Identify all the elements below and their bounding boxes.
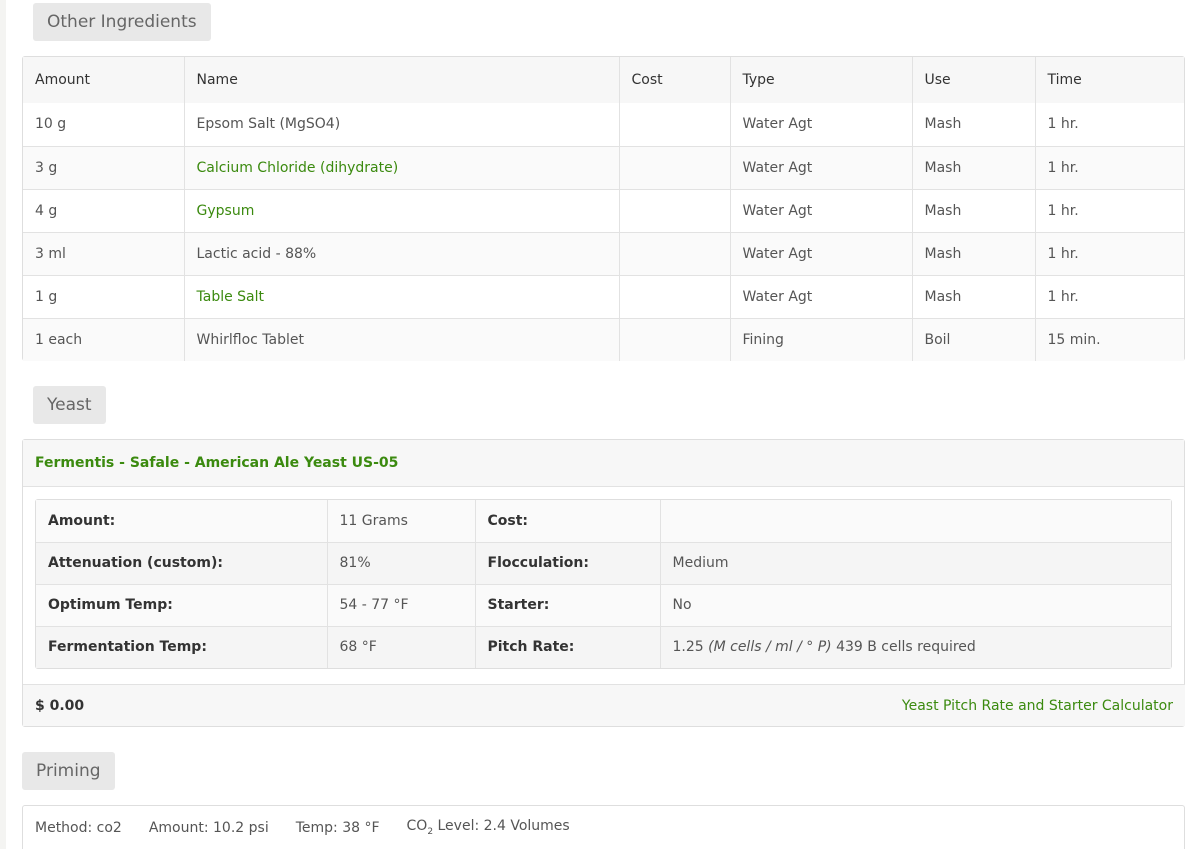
cell-use: Mash — [912, 146, 1036, 189]
priming-heading: Priming — [22, 752, 115, 790]
cell-name: Epsom Salt (MgSO4) — [184, 103, 620, 146]
cell-type: Water Agt — [730, 275, 913, 318]
optimum-temp-value: 54 - 77 °F — [327, 584, 476, 626]
attenuation-value: 81% — [327, 542, 476, 584]
table-row: 1 each Whirlfloc Tablet Fining Boil 15 m… — [23, 318, 1184, 361]
cell-name: Whirlfloc Tablet — [184, 318, 620, 361]
cell-amount: 4 g — [23, 189, 185, 232]
cell-name: Lactic acid - 88% — [184, 232, 620, 275]
priming-panel: Method: co2 Amount: 10.2 psi Temp: 38 °F… — [22, 805, 1185, 849]
cell-type: Water Agt — [730, 189, 913, 232]
priming-method: Method: co2 — [35, 819, 122, 836]
pitch-rate-required: 439 B cells required — [836, 639, 976, 656]
flocculation-value: Medium — [660, 542, 1171, 584]
cell-time: 15 min. — [1035, 318, 1184, 361]
pitch-rate-unit: (M cells / ml / ° P) — [708, 639, 832, 656]
optimum-temp-label: Optimum Temp: — [36, 584, 328, 626]
cell-cost — [619, 275, 731, 318]
cell-time: 1 hr. — [1035, 146, 1184, 189]
cell-use: Mash — [912, 103, 1036, 146]
table-row: 3 g Calcium Chloride (dihydrate) Water A… — [23, 146, 1184, 189]
table-row: 3 ml Lactic acid - 88% Water Agt Mash 1 … — [23, 232, 1184, 275]
starter-value: No — [660, 584, 1171, 626]
cost-value — [660, 500, 1171, 542]
fermentation-temp-value: 68 °F — [327, 626, 476, 668]
cell-type: Water Agt — [730, 103, 913, 146]
column-header-name[interactable]: Name — [184, 57, 620, 103]
co2-prefix: CO — [406, 818, 428, 835]
ingredient-link[interactable]: Calcium Chloride (dihydrate) — [197, 160, 399, 176]
yeast-detail-row: Attenuation (custom): 81% Flocculation: … — [36, 542, 1171, 584]
starter-label: Starter: — [475, 584, 661, 626]
pitch-rate-number: 1.25 — [672, 639, 704, 656]
cost-label: Cost: — [475, 500, 661, 542]
left-edge-strip — [0, 0, 6, 849]
cell-cost — [619, 146, 731, 189]
cell-time: 1 hr. — [1035, 232, 1184, 275]
yeast-details-table: Amount: 11 Grams Cost: Attenuation (cust… — [36, 500, 1171, 668]
co2-suffix: Level: 2.4 Volumes — [433, 818, 570, 835]
yeast-heading: Yeast — [33, 386, 106, 424]
yeast-footer: $ 0.00 Yeast Pitch Rate and Starter Calc… — [23, 684, 1185, 726]
table-row: 10 g Epsom Salt (MgSO4) Water Agt Mash 1… — [23, 103, 1184, 146]
flocculation-label: Flocculation: — [475, 542, 661, 584]
pitch-rate-value: 1.25 (M cells / ml / ° P) 439 B cells re… — [660, 626, 1171, 668]
attenuation-label: Attenuation (custom): — [36, 542, 328, 584]
cell-amount: 10 g — [23, 103, 185, 146]
cell-use: Boil — [912, 318, 1036, 361]
yeast-calculator-link[interactable]: Yeast Pitch Rate and Starter Calculator — [902, 698, 1173, 714]
amount-label: Amount: — [36, 500, 328, 542]
yeast-panel: Fermentis - Safale - American Ale Yeast … — [22, 439, 1185, 727]
ingredient-link[interactable]: Gypsum — [197, 203, 255, 219]
yeast-total-cost: $ 0.00 — [35, 697, 85, 714]
column-header-use[interactable]: Use — [912, 57, 1036, 103]
yeast-details: Amount: 11 Grams Cost: Attenuation (cust… — [35, 499, 1172, 669]
cell-amount: 1 each — [23, 318, 185, 361]
cell-amount: 1 g — [23, 275, 185, 318]
pitch-rate-label: Pitch Rate: — [475, 626, 661, 668]
cell-cost — [619, 103, 731, 146]
table-row: 4 g Gypsum Water Agt Mash 1 hr. — [23, 189, 1184, 232]
other-ingredients-table: Amount Name Cost Type Use Time 10 g Epso… — [23, 57, 1184, 361]
cell-time: 1 hr. — [1035, 103, 1184, 146]
priming-temp: Temp: 38 °F — [295, 819, 380, 836]
cell-type: Fining — [730, 318, 913, 361]
cell-cost — [619, 318, 731, 361]
table-header-row: Amount Name Cost Type Use Time — [23, 57, 1184, 103]
other-ingredients-heading: Other Ingredients — [33, 3, 211, 41]
cell-cost — [619, 232, 731, 275]
cell-type: Water Agt — [730, 232, 913, 275]
cell-use: Mash — [912, 275, 1036, 318]
cell-use: Mash — [912, 232, 1036, 275]
other-ingredients-table-panel: Amount Name Cost Type Use Time 10 g Epso… — [22, 56, 1185, 361]
cell-type: Water Agt — [730, 146, 913, 189]
column-header-type[interactable]: Type — [730, 57, 913, 103]
yeast-name-link[interactable]: Fermentis - Safale - American Ale Yeast … — [35, 455, 398, 471]
amount-value: 11 Grams — [327, 500, 476, 542]
column-header-time[interactable]: Time — [1035, 57, 1184, 103]
fermentation-temp-label: Fermentation Temp: — [36, 626, 328, 668]
cell-cost — [619, 189, 731, 232]
priming-amount: Amount: 10.2 psi — [148, 819, 269, 836]
priming-co2-level: CO2 Level: 2.4 Volumes — [407, 818, 570, 837]
cell-amount: 3 ml — [23, 232, 185, 275]
column-header-cost[interactable]: Cost — [619, 57, 731, 103]
table-row: 1 g Table Salt Water Agt Mash 1 hr. — [23, 275, 1184, 318]
priming-details: Method: co2 Amount: 10.2 psi Temp: 38 °F… — [23, 806, 1184, 849]
cell-use: Mash — [912, 189, 1036, 232]
cell-time: 1 hr. — [1035, 275, 1184, 318]
ingredient-link[interactable]: Table Salt — [197, 289, 265, 305]
cell-time: 1 hr. — [1035, 189, 1184, 232]
column-header-amount[interactable]: Amount — [23, 57, 185, 103]
yeast-detail-row: Fermentation Temp: 68 °F Pitch Rate: 1.2… — [36, 626, 1171, 668]
cell-amount: 3 g — [23, 146, 185, 189]
yeast-detail-row: Amount: 11 Grams Cost: — [36, 500, 1171, 542]
yeast-detail-row: Optimum Temp: 54 - 77 °F Starter: No — [36, 584, 1171, 626]
